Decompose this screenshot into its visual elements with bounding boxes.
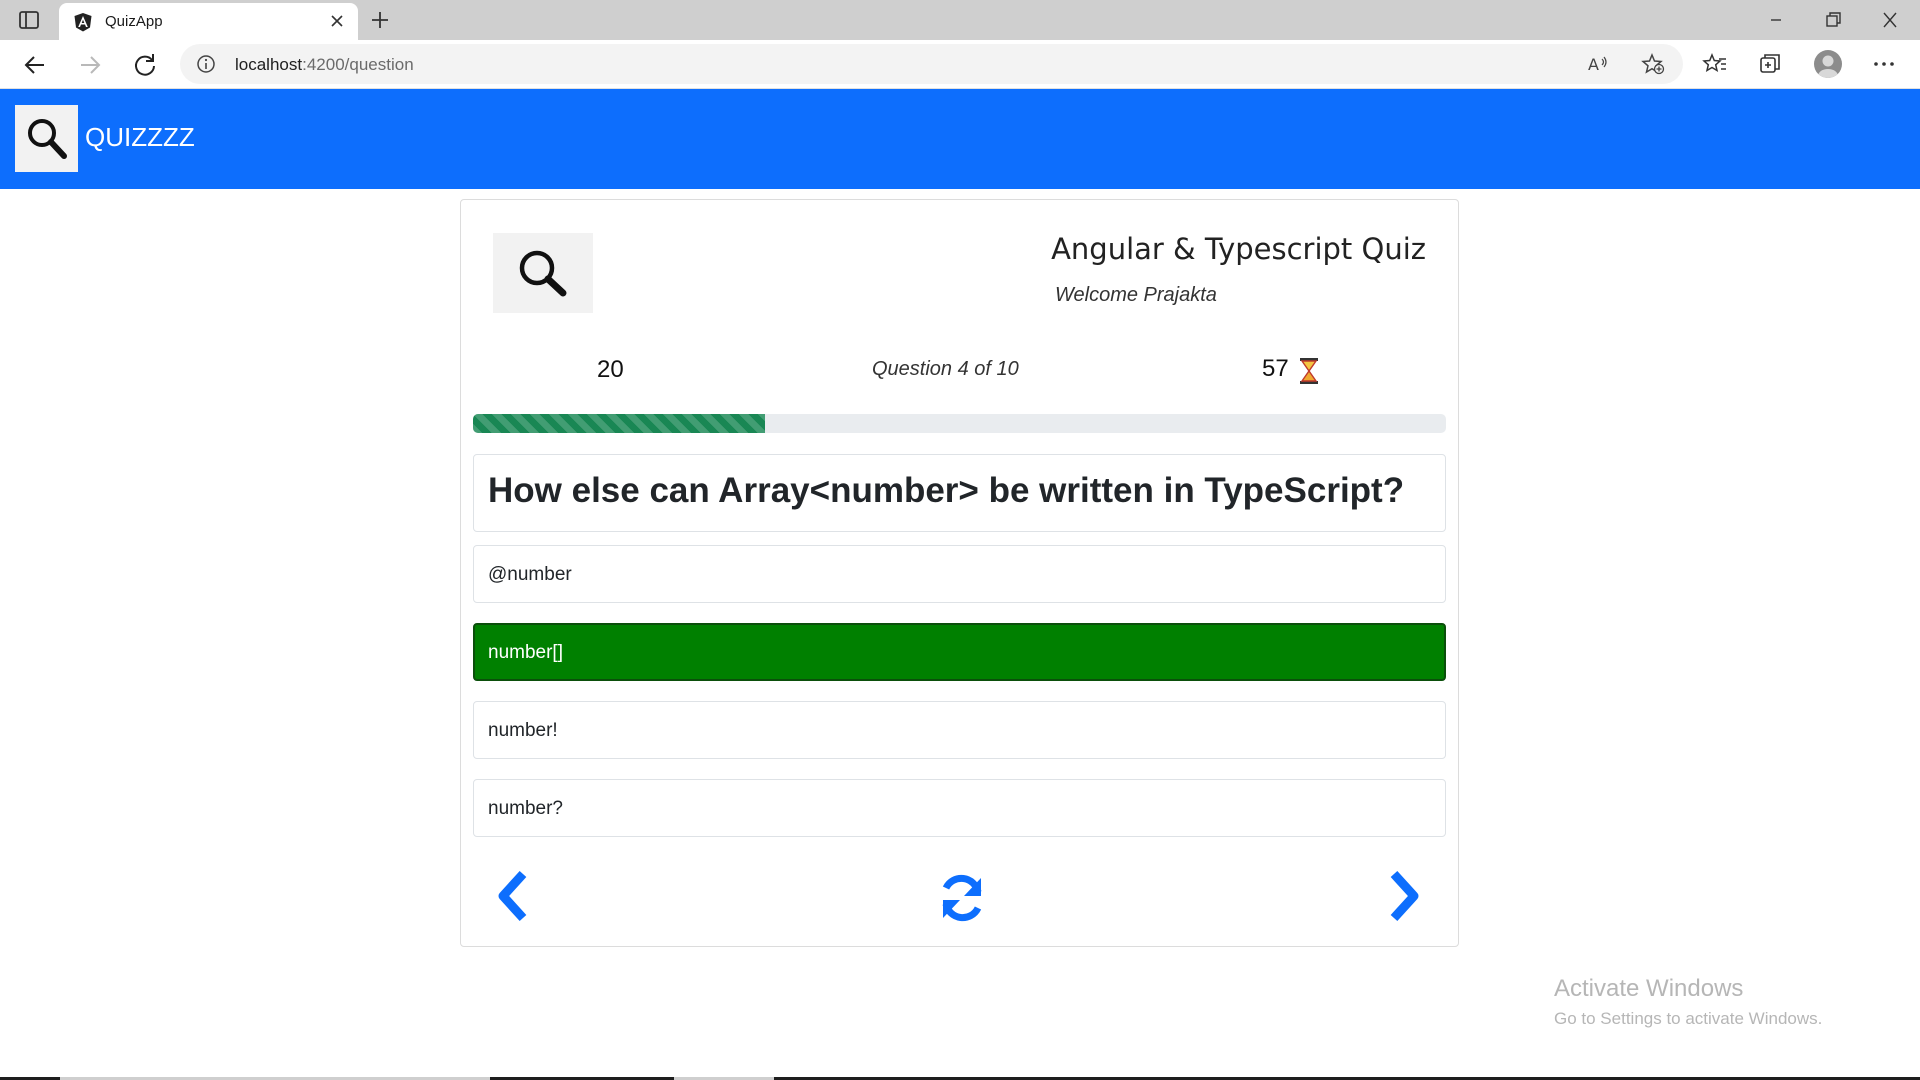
plus-icon[interactable] xyxy=(369,9,391,31)
timer-value: 57 xyxy=(1262,355,1289,382)
read-aloud-icon[interactable]: A xyxy=(1587,54,1609,74)
quiz-card: Angular & Typescript Quiz Welcome Prajak… xyxy=(460,199,1459,947)
brand-name[interactable]: QUIZZZZ xyxy=(85,122,195,153)
option-2[interactable]: number[] xyxy=(473,623,1446,681)
score: 20 xyxy=(597,356,624,383)
close-icon[interactable] xyxy=(328,12,346,30)
favorites-icon[interactable] xyxy=(1702,51,1728,77)
progress-fill xyxy=(473,414,765,433)
reload-icon[interactable] xyxy=(132,52,158,78)
angular-icon xyxy=(74,13,92,32)
back-icon[interactable] xyxy=(22,52,48,78)
question-counter: Question 4 of 10 xyxy=(872,358,1019,380)
brand-logo[interactable] xyxy=(15,105,78,172)
browser-tab[interactable]: QuizApp xyxy=(59,3,358,40)
question-text: How else can Array<number> be written in… xyxy=(488,471,1405,510)
hourglass-icon xyxy=(1300,358,1318,384)
quiz-logo xyxy=(493,233,593,313)
url-text: localhost:4200/question xyxy=(235,55,414,75)
timer: 57 xyxy=(1262,355,1318,384)
collections-icon[interactable] xyxy=(1757,51,1783,77)
option-4[interactable]: number? xyxy=(473,779,1446,837)
option-label: number! xyxy=(488,720,558,741)
chevron-left-icon[interactable] xyxy=(491,868,531,924)
url-path: :4200/question xyxy=(302,55,414,74)
browser-toolbar: localhost:4200/question A xyxy=(0,40,1920,89)
refresh-icon[interactable] xyxy=(934,870,990,926)
address-bar[interactable]: localhost:4200/question A xyxy=(180,44,1683,84)
sidebar-icon[interactable] xyxy=(18,10,40,30)
window-close-icon[interactable] xyxy=(1879,10,1901,30)
activation-watermark-subtitle: Go to Settings to activate Windows. xyxy=(1554,1009,1823,1028)
app-navbar: QUIZZZZ xyxy=(0,89,1920,189)
add-favorite-icon[interactable] xyxy=(1641,53,1665,75)
info-icon[interactable] xyxy=(196,54,216,74)
option-label: number[] xyxy=(488,642,563,663)
option-label: number? xyxy=(488,798,563,819)
tab-title: QuizApp xyxy=(105,13,163,30)
more-icon[interactable] xyxy=(1871,51,1897,77)
option-1[interactable]: @number xyxy=(473,545,1446,603)
question-box: How else can Array<number> be written in… xyxy=(473,454,1446,532)
activation-watermark-title: Activate Windows xyxy=(1554,975,1744,1002)
minimize-icon[interactable] xyxy=(1765,10,1787,30)
magnifier-icon xyxy=(519,250,567,297)
restore-icon[interactable] xyxy=(1822,10,1844,30)
chevron-right-icon[interactable] xyxy=(1386,868,1426,924)
magnifier-icon xyxy=(28,119,67,159)
welcome-text: Welcome Prajakta xyxy=(1055,284,1217,306)
profile-icon[interactable] xyxy=(1814,50,1842,78)
progress-bar xyxy=(473,414,1446,433)
quiz-title: Angular & Typescript Quiz xyxy=(1051,232,1426,266)
url-host: localhost xyxy=(235,55,303,74)
option-label: @number xyxy=(488,564,572,585)
svg-text:A: A xyxy=(1588,55,1599,74)
browser-tab-bar: QuizApp xyxy=(0,0,1920,40)
forward-icon[interactable] xyxy=(77,52,103,78)
option-3[interactable]: number! xyxy=(473,701,1446,759)
